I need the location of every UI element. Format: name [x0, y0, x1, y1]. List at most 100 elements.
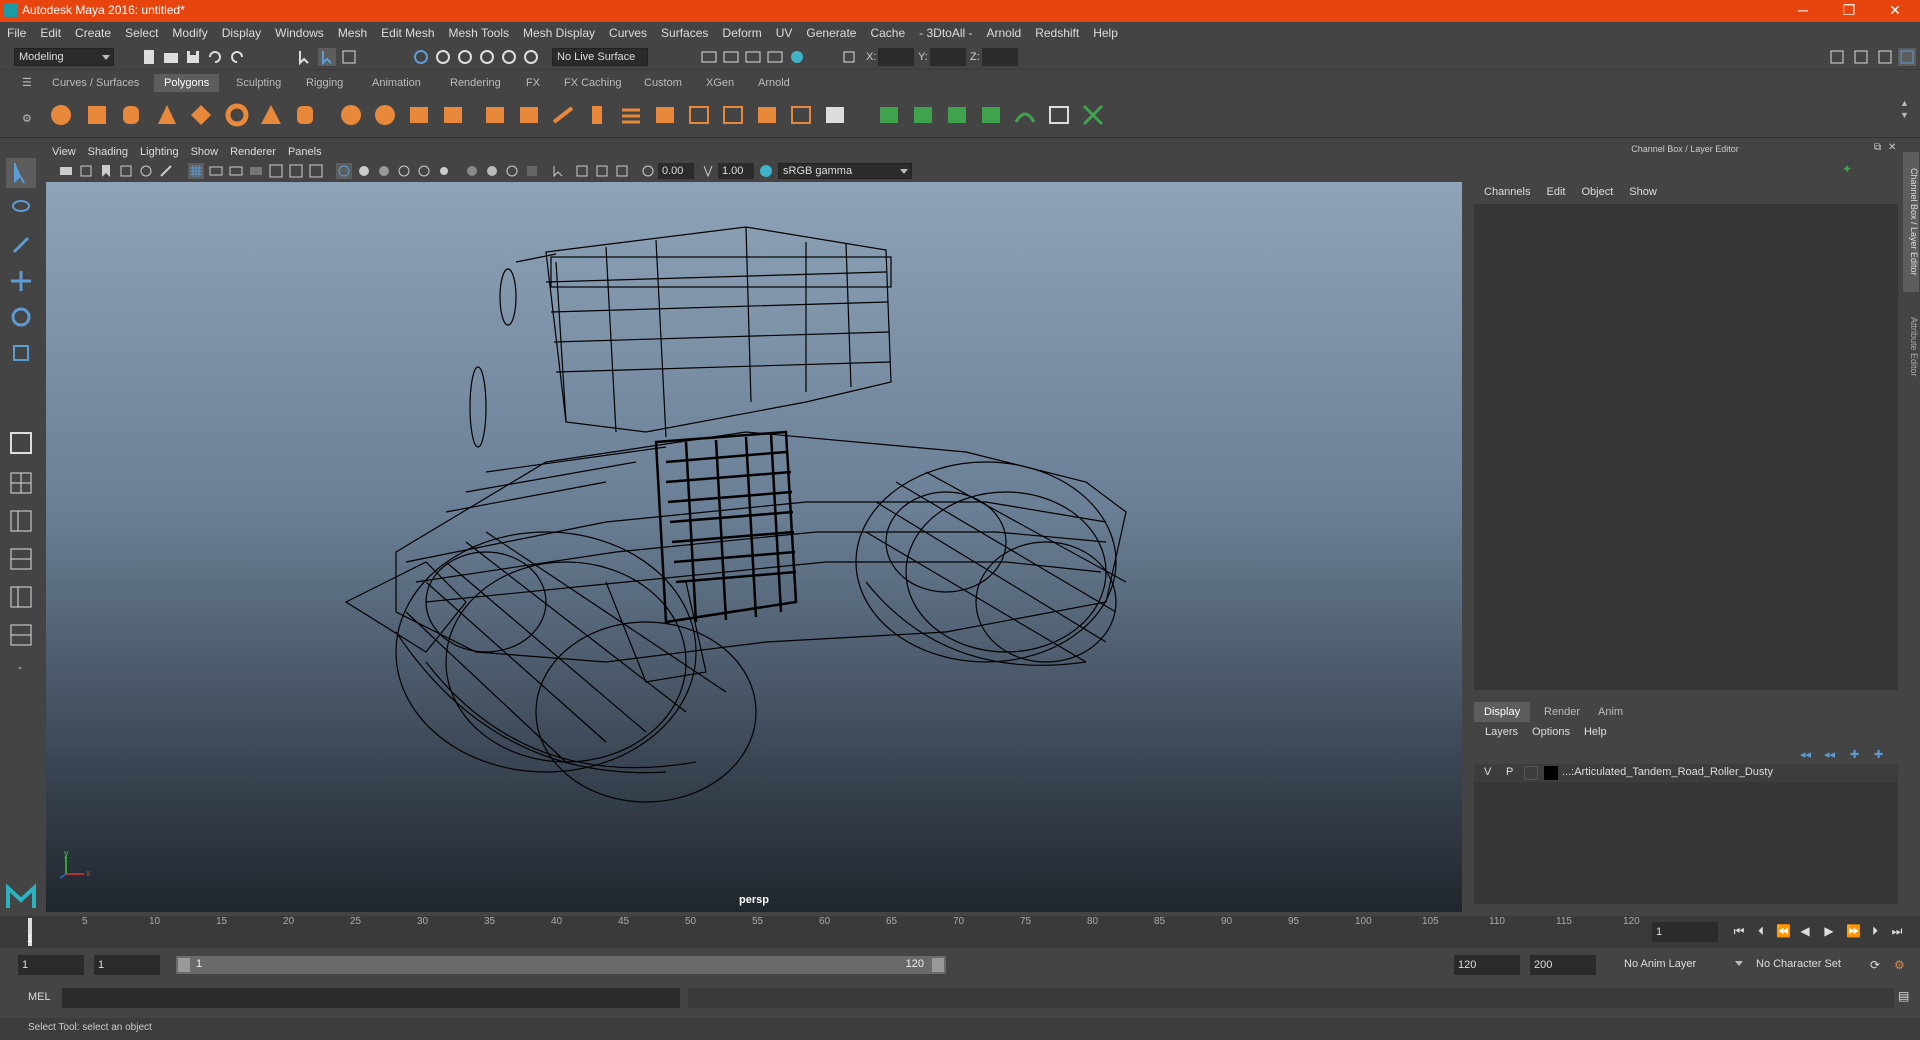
- poly-pipe-icon[interactable]: [292, 102, 318, 128]
- mel-input[interactable]: [62, 988, 680, 1008]
- persp-outliner-layout-icon[interactable]: [6, 506, 36, 536]
- minimize-button[interactable]: ─: [1780, 0, 1826, 22]
- layer-name[interactable]: ...:Articulated_Tandem_Road_Roller_Dusty: [1562, 766, 1773, 778]
- tab-anim[interactable]: Anim: [1588, 702, 1633, 722]
- menu-show[interactable]: Show: [1621, 184, 1665, 200]
- tab-fx[interactable]: FX: [516, 74, 550, 92]
- select-component-icon[interactable]: [340, 48, 358, 66]
- new-layer-selected-icon[interactable]: ✚: [1874, 748, 1883, 761]
- combine-icon[interactable]: [338, 102, 364, 128]
- resolution-gate-icon[interactable]: [228, 163, 244, 179]
- wireframe-icon[interactable]: [336, 163, 352, 179]
- safe-action-icon[interactable]: [288, 163, 304, 179]
- menu-file[interactable]: File: [0, 22, 33, 44]
- menu-edit-mesh[interactable]: Edit Mesh: [374, 22, 441, 44]
- bookmark-icon[interactable]: [98, 163, 114, 179]
- shelf-settings-icon[interactable]: ⚙: [22, 112, 32, 125]
- move-layer-down-icon[interactable]: ◂◂: [1824, 748, 1835, 761]
- render-settings-icon[interactable]: [766, 48, 784, 66]
- shadows-icon[interactable]: [504, 163, 520, 179]
- channel-list-area[interactable]: [1474, 204, 1898, 690]
- mash-create-icon[interactable]: [876, 102, 902, 128]
- step-back-key-icon[interactable]: ⏪: [1776, 924, 1791, 938]
- render-frame-icon[interactable]: [722, 48, 740, 66]
- paint-select-tool-icon[interactable]: [6, 230, 36, 260]
- playback-end-field[interactable]: 120: [1454, 955, 1520, 975]
- menu-deform[interactable]: Deform: [715, 22, 768, 44]
- textured-icon[interactable]: [464, 163, 480, 179]
- image-plane-icon[interactable]: [118, 163, 134, 179]
- restore-button[interactable]: ❐: [1826, 0, 1872, 22]
- tab-rigging[interactable]: Rigging: [296, 74, 353, 92]
- render-view-icon[interactable]: [700, 48, 718, 66]
- select-hierarchy-icon[interactable]: [296, 48, 314, 66]
- camera-icon[interactable]: [58, 163, 74, 179]
- tab-arnold[interactable]: Arnold: [748, 74, 800, 92]
- attribute-editor-toggle-icon[interactable]: [1852, 48, 1870, 66]
- tab-display[interactable]: Display: [1474, 702, 1531, 722]
- playback-start-field[interactable]: 1: [94, 955, 160, 975]
- script-editor-icon[interactable]: ▤: [1898, 989, 1909, 1003]
- step-forward-frame-icon[interactable]: ⏵: [1868, 924, 1882, 938]
- poly-cone-icon[interactable]: [154, 102, 180, 128]
- offset-edge-loop-icon[interactable]: [720, 102, 746, 128]
- target-weld-icon[interactable]: [686, 102, 712, 128]
- menu-mesh-display[interactable]: Mesh Display: [516, 22, 602, 44]
- menu-redshift[interactable]: Redshift: [1028, 22, 1086, 44]
- layer-row[interactable]: V P ...:Articulated_Tandem_Road_Roller_D…: [1474, 764, 1898, 782]
- float-panel-icon[interactable]: ⧉: [1874, 142, 1881, 153]
- frame-all-icon[interactable]: [574, 163, 590, 179]
- auto-key-icon[interactable]: ⟳: [1870, 958, 1880, 972]
- xray-joints-icon[interactable]: [436, 163, 452, 179]
- menu-mesh[interactable]: Mesh: [331, 22, 374, 44]
- wireframe-on-shaded-icon[interactable]: [396, 163, 412, 179]
- shelf-scroll-down-icon[interactable]: ▼: [1900, 110, 1909, 120]
- move-tool-icon[interactable]: [6, 266, 36, 296]
- exposure-icon[interactable]: [640, 163, 656, 179]
- new-layer-icon[interactable]: ✚: [1850, 748, 1859, 761]
- toolbox-more-icon[interactable]: -: [18, 662, 22, 674]
- script-language-label[interactable]: MEL: [28, 991, 51, 1003]
- poly-plane-icon[interactable]: [188, 102, 214, 128]
- menu-edit[interactable]: Edit: [33, 22, 68, 44]
- safe-title-icon[interactable]: [308, 163, 324, 179]
- field-chart-icon[interactable]: [268, 163, 284, 179]
- animation-preferences-icon[interactable]: ⚙: [1894, 958, 1905, 972]
- smooth-shade-icon[interactable]: [356, 163, 372, 179]
- tab-curves-surfaces[interactable]: Curves / Surfaces: [42, 74, 149, 92]
- channel-box-toggle-icon[interactable]: [1898, 48, 1916, 66]
- channel-box-ik-icon[interactable]: ✦: [1842, 162, 1852, 176]
- tab-animation[interactable]: Animation: [362, 74, 431, 92]
- append-polygon-icon[interactable]: [584, 102, 610, 128]
- select-tool-icon[interactable]: [6, 158, 36, 188]
- viewport-menu-renderer[interactable]: Renderer: [224, 142, 282, 162]
- menu-arnold[interactable]: Arnold: [980, 22, 1029, 44]
- hypershade-layout-icon[interactable]: [6, 620, 36, 650]
- gamma-field[interactable]: 1.00: [718, 163, 754, 179]
- perspective-viewport[interactable]: y x persp: [46, 182, 1462, 912]
- open-scene-icon[interactable]: [162, 48, 180, 66]
- poly-cube-icon[interactable]: [84, 102, 110, 128]
- tab-rendering[interactable]: Rendering: [440, 74, 511, 92]
- poly-cylinder-icon[interactable]: [118, 102, 144, 128]
- scale-tool-icon[interactable]: [6, 338, 36, 368]
- start-time-field[interactable]: 1: [18, 955, 84, 975]
- select-object-icon[interactable]: [318, 48, 336, 66]
- mash-distribute-icon[interactable]: [910, 102, 936, 128]
- viewport-menu-panels[interactable]: Panels: [282, 142, 328, 162]
- modeling-toolkit-icon[interactable]: [1828, 48, 1846, 66]
- menuset-dropdown[interactable]: Modeling: [14, 48, 114, 66]
- snap-surface-icon[interactable]: [522, 48, 540, 66]
- layer-visibility-toggle[interactable]: V: [1484, 766, 1491, 778]
- menu-display[interactable]: Display: [215, 22, 268, 44]
- menu-create[interactable]: Create: [68, 22, 118, 44]
- close-panel-icon[interactable]: ✕: [1888, 142, 1896, 153]
- film-gate-icon[interactable]: [208, 163, 224, 179]
- exposure-field[interactable]: 0.00: [658, 163, 694, 179]
- side-tab-channel-box[interactable]: Channel Box / Layer Editor: [1903, 152, 1919, 292]
- mash-flight-icon[interactable]: [1012, 102, 1038, 128]
- extrude-icon[interactable]: [482, 102, 508, 128]
- snap-grid-icon[interactable]: [412, 48, 430, 66]
- grease-pencil-icon[interactable]: [158, 163, 174, 179]
- viewport-menu-view[interactable]: View: [46, 142, 82, 162]
